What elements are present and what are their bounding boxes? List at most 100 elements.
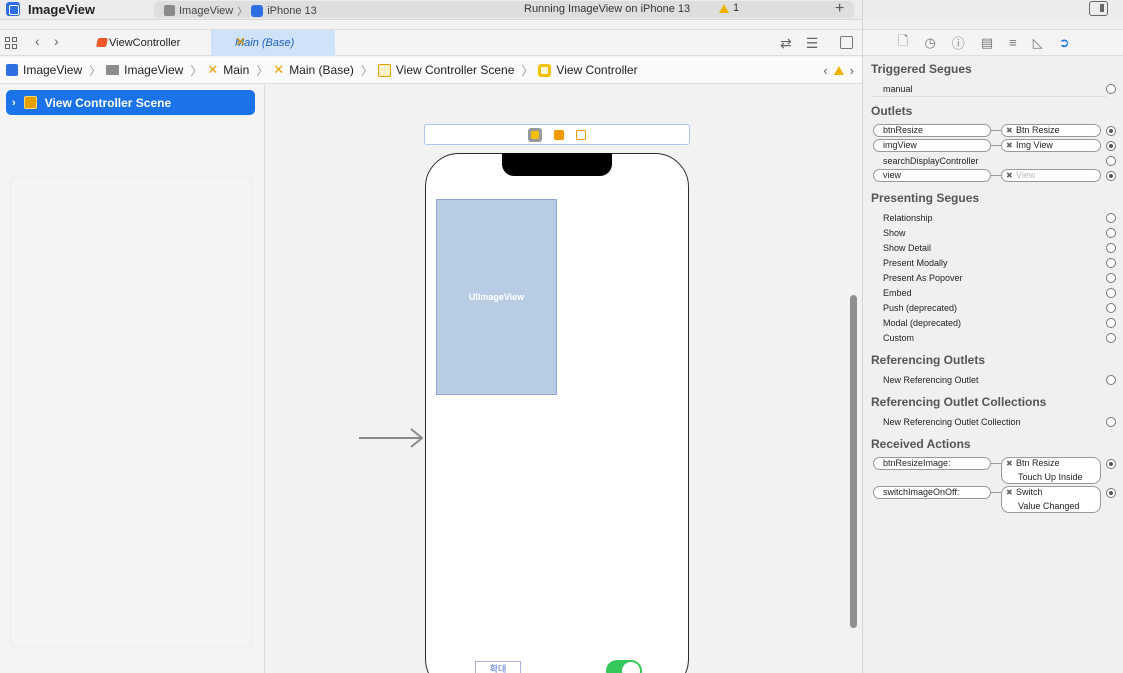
breadcrumb-label: ImageView — [124, 63, 184, 77]
disconnect-icon[interactable]: ✖ — [1006, 140, 1013, 151]
connection-circle-icon[interactable] — [1106, 243, 1116, 253]
back-icon[interactable]: ‹ — [35, 33, 40, 49]
action-row[interactable]: btnResizeImage: ✖ Btn Resize Touch Up Insi… — [871, 457, 1118, 485]
quick-help-icon[interactable]: ⓘ — [952, 33, 965, 52]
connection-circle-icon[interactable] — [1106, 126, 1116, 136]
attributes-inspector-icon[interactable]: ≡ — [1009, 35, 1017, 50]
breadcrumb-storyboard-base[interactable]: ✕ Main (Base) 〉 — [273, 62, 373, 79]
swap-icon[interactable]: ⇄ — [780, 35, 792, 52]
segue-row[interactable]: Modal (deprecated) — [871, 316, 1118, 331]
disconnect-icon[interactable]: ✖ — [1006, 458, 1013, 469]
connection-circle-icon[interactable] — [1106, 171, 1116, 181]
action-event-label: Touch Up Inside — [1018, 472, 1083, 482]
segue-row[interactable]: Push (deprecated) — [871, 301, 1118, 316]
connection-circle-icon[interactable] — [1106, 303, 1116, 313]
lines-icon[interactable]: ☰ — [806, 35, 819, 52]
segue-label: Present As Popover — [883, 273, 963, 283]
image-view[interactable]: UIImageView — [436, 199, 557, 395]
breadcrumb-project[interactable]: ImageView 〉 — [6, 62, 101, 79]
tab-main-storyboard[interactable]: ✕ Main (Base) — [211, 30, 335, 56]
referencing-outlet-row[interactable]: New Referencing Outlet — [871, 373, 1118, 388]
outlet-row[interactable]: imgView ✖ Img View — [871, 139, 1118, 154]
segue-row[interactable]: Embed — [871, 286, 1118, 301]
previous-issue-icon[interactable]: ‹ — [823, 63, 827, 78]
view-controller-icon — [538, 63, 552, 77]
connections-inspector-icon[interactable]: ➲ — [1059, 35, 1070, 51]
connection-circle-icon[interactable] — [1106, 258, 1116, 268]
image-switch[interactable] — [606, 660, 642, 673]
connection-circle-icon[interactable] — [1106, 156, 1116, 166]
warning-badge[interactable]: 1 — [719, 2, 739, 14]
history-inspector-icon[interactable]: ◷ — [924, 35, 935, 51]
action-target[interactable]: ✖ Btn Resize Touch Up Inside — [1001, 457, 1101, 484]
action-target[interactable]: ✖ Switch Value Changed — [1001, 486, 1101, 513]
outlet-target[interactable]: ✖ Img View — [1001, 139, 1101, 152]
iphone-view[interactable]: UIImageView 확대 — [425, 153, 689, 673]
segue-row[interactable]: Custom — [871, 331, 1118, 346]
scene-dock[interactable] — [424, 124, 690, 145]
scheme-selector[interactable]: ImageView 〉 iPhone 13 — [164, 3, 317, 18]
resize-button[interactable]: 확대 — [475, 661, 521, 673]
segue-row[interactable]: manual — [871, 82, 1118, 97]
warning-icon[interactable] — [833, 66, 844, 75]
connection-circle-icon[interactable] — [1106, 84, 1116, 94]
connection-circle-icon[interactable] — [1106, 488, 1116, 498]
connection-circle-icon[interactable] — [1106, 141, 1116, 151]
file-inspector-icon[interactable]: 🗋 — [898, 32, 908, 54]
connection-circle-icon[interactable] — [1106, 273, 1116, 283]
related-items-icon[interactable] — [5, 37, 17, 49]
connection-circle-icon[interactable] — [1106, 375, 1116, 385]
section-title: Outlets — [871, 104, 913, 118]
entry-point-arrow-icon[interactable] — [359, 428, 423, 448]
segue-label: Push (deprecated) — [883, 303, 958, 313]
divider — [871, 96, 1106, 97]
breadcrumb-folder[interactable]: ImageView 〉 — [106, 62, 202, 79]
action-name: btnResizeImage: — [873, 457, 991, 470]
folder-icon — [106, 65, 120, 75]
connection-circle-icon[interactable] — [1106, 288, 1116, 298]
outlet-target-label: Btn Resize — [1016, 125, 1060, 135]
disconnect-icon[interactable]: ✖ — [1006, 125, 1013, 136]
outlet-target[interactable]: ✖ Btn Resize — [1001, 124, 1101, 137]
breadcrumb-storyboard[interactable]: ✕ Main 〉 — [207, 62, 268, 79]
add-editor-icon[interactable] — [840, 36, 853, 49]
segue-row[interactable]: Present As Popover — [871, 271, 1118, 286]
breadcrumb-scene[interactable]: View Controller Scene 〉 — [377, 62, 533, 79]
view-controller-icon[interactable] — [528, 127, 542, 142]
disconnect-icon[interactable]: ✖ — [1006, 170, 1013, 181]
connection-circle-icon[interactable] — [1106, 333, 1116, 343]
forward-icon[interactable]: › — [54, 33, 59, 49]
outlet-row[interactable]: searchDisplayController — [871, 154, 1118, 169]
referencing-collection-row[interactable]: New Referencing Outlet Collection — [871, 415, 1118, 430]
vertical-scrollbar[interactable] — [850, 295, 857, 628]
next-issue-icon[interactable]: › — [850, 63, 854, 78]
outlet-target[interactable]: ✖ View — [1001, 169, 1101, 182]
outlet-row[interactable]: btnResize ✖ Btn Resize — [871, 124, 1118, 139]
segue-row[interactable]: Present Modally — [871, 256, 1118, 271]
issue-navigation: ‹ › — [823, 63, 854, 78]
action-row[interactable]: switchImageOnOff: ✖ Switch Value Changed — [871, 486, 1118, 514]
tab-viewcontroller[interactable]: ViewController — [85, 30, 210, 56]
connection-circle-icon[interactable] — [1106, 459, 1116, 469]
segue-row[interactable]: Relationship — [871, 211, 1118, 226]
connection-circle-icon[interactable] — [1106, 417, 1116, 427]
connection-circle-icon[interactable] — [1106, 228, 1116, 238]
exit-icon[interactable] — [576, 129, 586, 140]
storyboard-canvas[interactable]: UIImageView 확대 — [266, 85, 862, 673]
first-responder-icon[interactable] — [554, 129, 564, 140]
segue-row[interactable]: Show — [871, 226, 1118, 241]
outline-item-scene[interactable]: › View Controller Scene — [6, 90, 255, 115]
section-title: Referencing Outlets — [871, 353, 986, 367]
connection-circle-icon[interactable] — [1106, 213, 1116, 223]
size-inspector-icon[interactable]: ◺ — [1033, 35, 1043, 51]
segue-row[interactable]: Show Detail — [871, 241, 1118, 256]
disclosure-icon[interactable]: › — [12, 97, 16, 109]
identity-inspector-icon[interactable]: ▤ — [981, 35, 993, 51]
breadcrumb-view-controller[interactable]: View Controller — [538, 63, 638, 77]
outlet-row[interactable]: view ✖ View — [871, 169, 1118, 184]
connection-circle-icon[interactable] — [1106, 318, 1116, 328]
toggle-inspector-icon[interactable] — [1089, 1, 1108, 16]
phone-notch — [502, 153, 612, 176]
add-library-button[interactable]: + — [835, 0, 844, 18]
disconnect-icon[interactable]: ✖ — [1006, 487, 1013, 498]
